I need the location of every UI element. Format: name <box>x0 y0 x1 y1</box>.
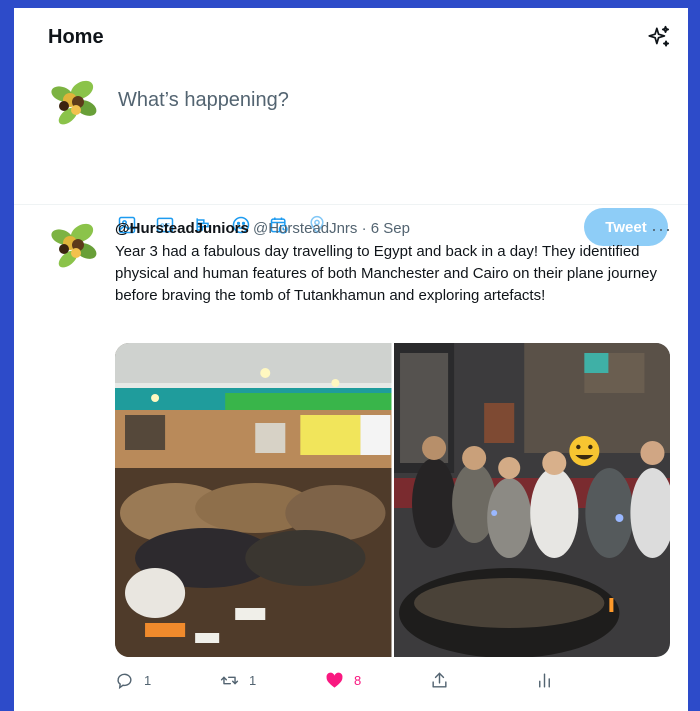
share-button[interactable] <box>430 671 490 690</box>
tweet-body: @HursteadJuniors @HursteadJnrs · 6 Sep Y… <box>115 219 670 307</box>
page-title: Home <box>48 25 104 48</box>
retweet-icon <box>220 676 239 685</box>
reply-button[interactable]: 1 <box>115 671 175 690</box>
like-count: 8 <box>354 673 362 688</box>
compose-box: GIF Tweet <box>14 66 688 246</box>
timeline-card: Home GIF <box>14 8 688 711</box>
sparkle-icon[interactable] <box>646 24 672 50</box>
heart-icon <box>326 672 343 688</box>
like-button[interactable]: 8 <box>325 671 385 690</box>
avatar[interactable] <box>48 219 100 271</box>
author-name[interactable]: @HursteadJuniors <box>115 220 249 237</box>
tweet-meta: @HursteadJuniors @HursteadJnrs · 6 Sep <box>115 219 670 239</box>
photo-tomb[interactable] <box>393 343 670 657</box>
photo-classroom[interactable] <box>115 343 392 657</box>
share-icon <box>432 672 447 688</box>
tweet-date[interactable]: 6 Sep <box>371 220 410 237</box>
analytics-button[interactable] <box>535 671 595 690</box>
analytics-icon <box>539 673 550 688</box>
compose-input[interactable] <box>116 88 640 113</box>
meta-separator: · <box>361 220 367 237</box>
author-handle[interactable]: @HursteadJnrs <box>253 220 357 237</box>
reply-icon <box>117 673 132 690</box>
retweet-button[interactable]: 1 <box>220 671 280 690</box>
more-options-icon[interactable]: ··· <box>651 219 672 240</box>
tweet-media <box>115 343 670 657</box>
home-header: Home <box>14 8 688 66</box>
reply-count: 1 <box>144 673 152 688</box>
avatar[interactable] <box>48 76 100 128</box>
retweet-count: 1 <box>249 673 257 688</box>
tweet-actions: 1 1 8 <box>115 671 595 690</box>
tweet-text: Year 3 had a fabulous day travelling to … <box>115 243 657 304</box>
